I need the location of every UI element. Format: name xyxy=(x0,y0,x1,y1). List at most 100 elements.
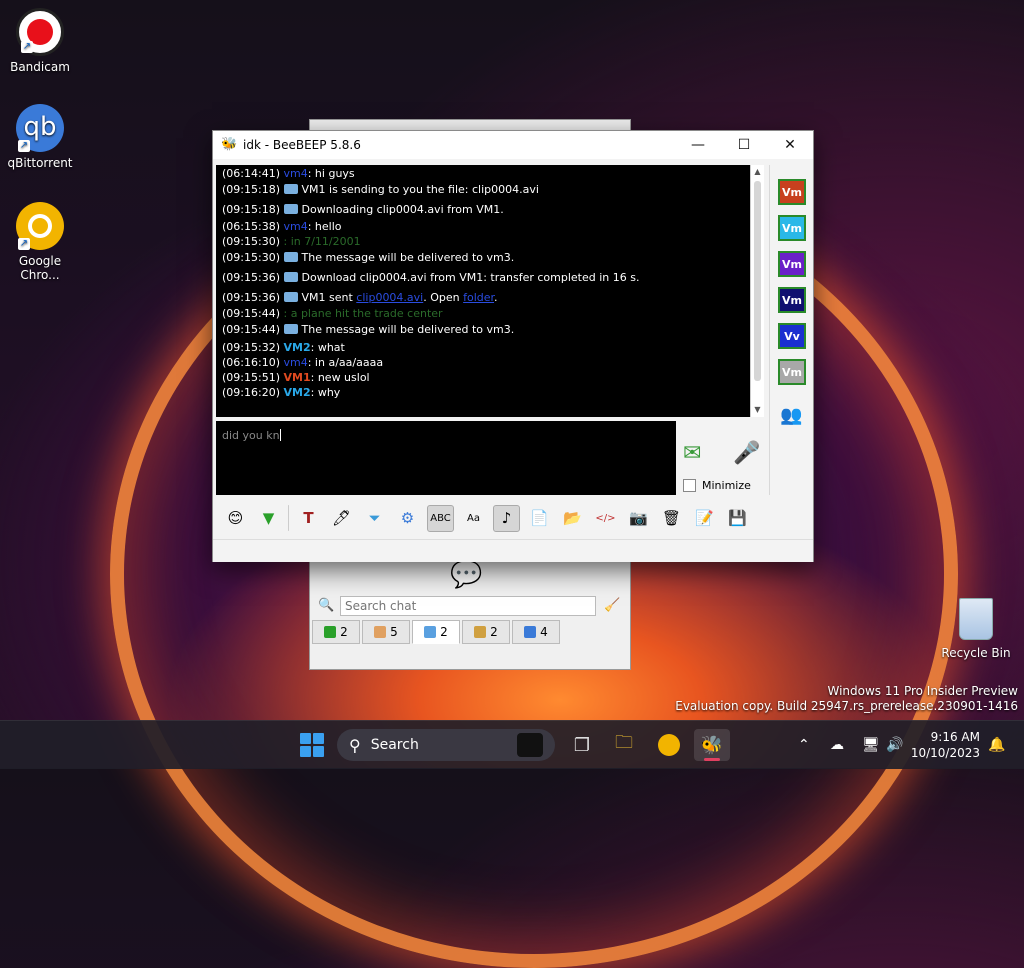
clear-search-icon[interactable]: 🧹 xyxy=(604,598,620,613)
folder-icon: 📂 xyxy=(563,509,582,527)
taskbar-search[interactable]: ⚲ Search xyxy=(337,729,555,761)
folder-link[interactable]: folder xyxy=(463,291,494,304)
chat-message: (09:15:30) The message will be delivered… xyxy=(222,251,515,264)
settings-button[interactable]: ⚙ xyxy=(394,505,421,532)
chat-window[interactable]: 🐝 idk - BeeBEEP 5.8.6 — ☐ ✕ (06:14:41) v… xyxy=(212,130,814,562)
message-input[interactable]: did you kn xyxy=(216,421,676,495)
member-avatar[interactable]: Vm xyxy=(778,179,806,205)
tab-users[interactable]: 5 xyxy=(362,620,410,644)
title-bar[interactable]: 🐝 idk - BeeBEEP 5.8.6 — ☐ ✕ xyxy=(213,131,813,159)
send-file-button[interactable]: 📄 xyxy=(526,505,553,532)
beebeep-app-icon: 🐝 xyxy=(221,137,238,152)
minimize-checkbox[interactable]: Minimize xyxy=(683,479,751,492)
word-complete-button[interactable]: Aa xyxy=(460,505,487,532)
smiley-icon: 😊 xyxy=(227,509,244,527)
taskbar-beebeep[interactable]: 🐝 xyxy=(694,729,730,761)
html-button[interactable]: </> xyxy=(592,505,619,532)
desktop-icon-recycle-bin[interactable]: Recycle Bin xyxy=(940,598,1012,660)
clear-button[interactable]: 🗑 xyxy=(658,505,685,532)
tab-groups[interactable]: 2 xyxy=(462,620,510,644)
chat-toolbar: 😊 ▼ T 🖊 ⏷ ⚙ ABC Aa ♪ 📄 📂 </> 📷 🗑 📝 💾 xyxy=(216,499,810,537)
music-note-icon: ♪ xyxy=(501,509,512,527)
onedrive-icon[interactable]: ☁ xyxy=(830,729,844,761)
filter-icon: ⏷ xyxy=(368,509,381,527)
taskbar-file-explorer[interactable]: 🗀 xyxy=(606,729,642,761)
desktop-icon-label: Recycle Bin xyxy=(941,646,1011,660)
bandicam-icon: ↗ xyxy=(16,8,64,56)
tab-chats[interactable]: 2 xyxy=(312,620,360,644)
desktop-icon-bandicam[interactable]: ↗ Bandicam xyxy=(0,8,80,74)
taskbar-clock[interactable]: 9:16 AM 10/10/2023 xyxy=(911,729,980,761)
tab-network[interactable]: 4 xyxy=(512,620,560,644)
status-bar xyxy=(213,539,813,562)
voice-message-button[interactable]: 🎤 xyxy=(733,441,761,471)
folder-icon: 🗀 xyxy=(615,732,633,753)
chat-message: (09:15:36) VM1 sent clip0004.avi. Open f… xyxy=(222,291,498,304)
file-transfer-icon xyxy=(283,292,298,302)
screenshot-button[interactable]: 📷 xyxy=(625,505,652,532)
groups-icon xyxy=(474,626,487,638)
notepad-icon: 📝 xyxy=(695,509,714,527)
chat-message: (09:15:18) Downloading clip0004.avi from… xyxy=(222,203,504,216)
filter-button[interactable]: ⏷ xyxy=(361,505,388,532)
start-button[interactable] xyxy=(300,733,324,757)
member-avatar[interactable]: Vm xyxy=(778,251,806,277)
send-folder-button[interactable]: 📂 xyxy=(559,505,586,532)
member-avatar[interactable]: Vm xyxy=(778,215,806,241)
show-hidden-icons-button[interactable]: ⌃ xyxy=(798,729,810,761)
camera-icon: 📷 xyxy=(629,509,648,527)
scroll-down-arrow-icon[interactable]: ▼ xyxy=(751,403,764,417)
search-chat-input[interactable] xyxy=(340,596,596,616)
code-icon: </> xyxy=(595,512,616,524)
volume-icon[interactable]: 🔊 xyxy=(886,729,903,761)
file-transfer-icon xyxy=(283,204,298,214)
desktop-icon-label: Google Chro... xyxy=(18,254,62,282)
chat-message: (09:15:18) VM1 is sending to you the fil… xyxy=(222,183,539,196)
checkbox[interactable] xyxy=(683,479,696,492)
chat-log: (06:14:41) vm4: hi guys (09:15:18) VM1 i… xyxy=(216,165,764,417)
chat-message: (06:16:10) vm4: in a/aa/aaaa xyxy=(222,356,384,369)
chat-message: (09:15:44) The message will be delivered… xyxy=(222,323,515,336)
file-transfer-icon xyxy=(283,184,298,194)
save-button[interactable]: 💾 xyxy=(724,505,751,532)
close-button[interactable]: ✕ xyxy=(767,131,813,159)
member-avatar[interactable]: Vm xyxy=(778,359,806,385)
network-icon[interactable]: 🖥 xyxy=(862,729,880,761)
taskbar-chrome[interactable] xyxy=(651,729,687,761)
task-view-button[interactable]: ❐ xyxy=(564,729,600,761)
clock-date: 10/10/2023 xyxy=(910,746,980,760)
chat-message: (06:14:41) vm4: hi guys xyxy=(222,167,355,180)
member-avatar[interactable]: Vv xyxy=(778,323,806,349)
notifications-button[interactable]: 🔔 xyxy=(988,729,1005,761)
shortcut-arrow-icon: ↗ xyxy=(21,41,33,53)
chevron-down-icon: ▼ xyxy=(262,509,275,527)
tab-count: 2 xyxy=(490,625,498,639)
scroll-up-arrow-icon[interactable]: ▲ xyxy=(751,165,764,179)
group-members-icon[interactable]: 👥 xyxy=(780,405,802,426)
scrollbar-thumb[interactable] xyxy=(754,181,761,381)
search-label: Search xyxy=(370,737,419,753)
send-message-button[interactable]: ✉ xyxy=(683,441,717,469)
file-link[interactable]: clip0004.avi xyxy=(356,291,423,304)
member-avatar[interactable]: Vm xyxy=(778,287,806,313)
edit-button[interactable]: 📝 xyxy=(691,505,718,532)
desktop-icon-qbittorrent[interactable]: qb ↗ qBittorrent xyxy=(0,104,80,170)
file-transfer-icon xyxy=(283,272,298,282)
desktop-icon-chrome[interactable]: ↗ Google Chro... xyxy=(0,202,80,282)
chat-scrollbar[interactable]: ▲ ▼ xyxy=(750,165,764,417)
font-button[interactable]: T xyxy=(295,505,322,532)
sound-button[interactable]: ♪ xyxy=(493,504,520,532)
minimize-button[interactable]: — xyxy=(675,131,721,159)
maximize-button[interactable]: ☐ xyxy=(721,131,767,159)
tab-conversations[interactable]: 2 xyxy=(412,620,460,644)
spellcheck-button[interactable]: ABC xyxy=(427,504,454,532)
chrome-icon xyxy=(658,734,680,756)
more-emoticons-button[interactable]: ▼ xyxy=(255,505,282,532)
conversations-icon xyxy=(424,626,437,638)
chat-message: (09:15:51) VM1: new uslol xyxy=(222,371,370,384)
file-icon: 📄 xyxy=(530,509,549,527)
search-icon: ⚲ xyxy=(349,735,361,755)
emoticons-button[interactable]: 😊 xyxy=(222,505,249,532)
chat-message: (09:15:32) VM2: what xyxy=(222,341,345,354)
color-button[interactable]: 🖊 xyxy=(328,505,355,532)
